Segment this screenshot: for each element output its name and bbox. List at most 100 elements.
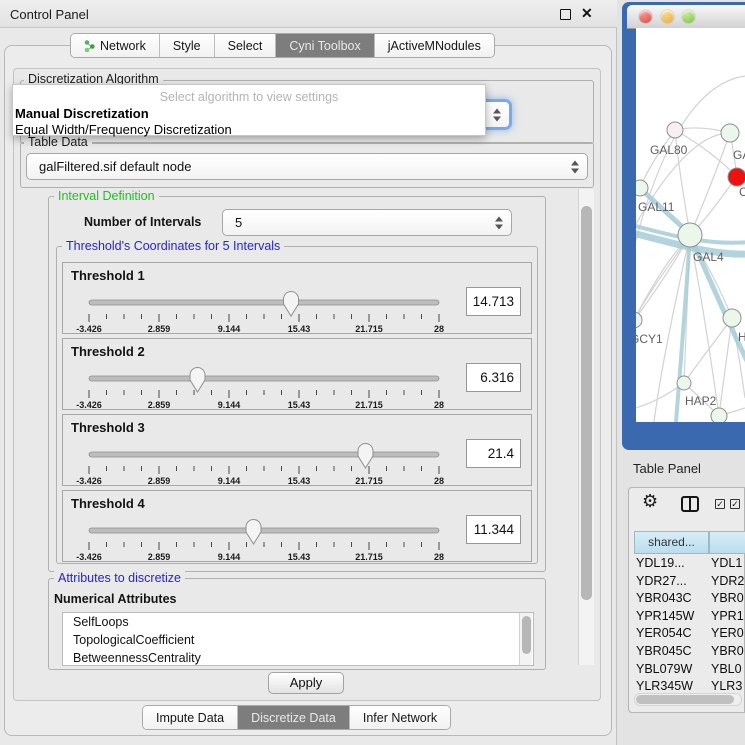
dropdown-item-manual-discretization[interactable]: Manual Discretization [15, 106, 149, 121]
table-cell[interactable]: YPR1 [711, 608, 745, 626]
network-node[interactable] [678, 223, 702, 247]
network-node[interactable] [721, 124, 739, 142]
network-node[interactable] [677, 376, 691, 390]
table-cell[interactable]: YDL19... [636, 555, 707, 573]
tab-style[interactable]: Style [160, 34, 215, 57]
tab-impute-data[interactable]: Impute Data [143, 706, 238, 729]
table-cell[interactable]: YBR0 [711, 590, 745, 608]
network-node[interactable] [636, 180, 648, 196]
table-cell[interactable]: YLR345W [636, 678, 707, 690]
attribute-item-selfloops[interactable]: SelfLoops [63, 613, 533, 631]
table-cell[interactable]: YPR145W [636, 608, 707, 626]
network-view-window[interactable]: GAL80GACGAL11GAL4GCY1HHAP2 [622, 2, 745, 450]
table-cell[interactable]: YBR0 [711, 643, 745, 661]
table-cell[interactable]: YBL0 [711, 661, 745, 679]
main-scrollbar[interactable] [578, 189, 594, 665]
control-panel-tabs: NetworkStyleSelectCyni ToolboxjActiveMNo… [70, 33, 495, 58]
network-node[interactable] [636, 312, 642, 328]
table-cell[interactable]: YER054C [636, 625, 707, 643]
network-node[interactable] [667, 122, 683, 138]
threshold-value-field[interactable]: 11.344 [466, 515, 521, 544]
minimize-traffic-light-icon[interactable] [661, 10, 674, 23]
attributes-scrollbar-thumb[interactable] [522, 616, 531, 654]
combobox-stepper-icon [571, 160, 579, 173]
table-hscrollbar-thumb[interactable] [636, 695, 734, 704]
table-row[interactable]: YLR345W YLR3 [634, 678, 745, 690]
slider-thumb[interactable] [284, 292, 299, 317]
number-of-intervals-combobox[interactable]: 5 [222, 209, 512, 236]
table-row[interactable]: YER054CYER0 [634, 625, 745, 643]
network-window-titlebar[interactable] [627, 5, 745, 29]
threshold-slider[interactable]: -3.4262.8599.14415.4321.71528 [71, 287, 461, 333]
dropdown-item-equal-width-frequency[interactable]: Equal Width/Frequency Discretization [15, 122, 232, 137]
node-label: GAL11 [638, 200, 675, 214]
threshold-value-field[interactable]: 21.4 [466, 439, 521, 468]
table-row[interactable]: YBR045CYBR0 [634, 643, 745, 661]
node-table[interactable]: shared...naYDL19...YDL1YDR27...YDR2YBR04… [634, 531, 745, 690]
threshold-value-field[interactable]: 6.316 [466, 363, 521, 392]
network-node[interactable] [711, 408, 727, 422]
table-data-combobox[interactable]: galFiltered.sif default node [26, 153, 588, 180]
close-traffic-light-icon[interactable] [639, 10, 652, 23]
svg-text:9.144: 9.144 [218, 400, 241, 409]
network-node[interactable] [723, 309, 741, 327]
table-row[interactable]: YDR27...YDR2 [634, 573, 745, 591]
tab-label: Infer Network [363, 711, 437, 725]
node-label: C [739, 185, 745, 199]
tab-jactivemnodules[interactable]: jActiveMNodules [375, 34, 494, 57]
table-cell[interactable]: YDR2 [711, 573, 745, 591]
table-cell[interactable]: YBR045C [636, 643, 707, 661]
float-window-icon[interactable] [560, 9, 571, 20]
table-cell[interactable]: YER0 [711, 625, 745, 643]
svg-text:21.715: 21.715 [355, 400, 383, 409]
network-icon [84, 39, 95, 53]
network-canvas[interactable]: GAL80GACGAL11GAL4GCY1HHAP2 [636, 28, 745, 422]
table-cell[interactable]: YDR27... [636, 573, 707, 591]
table-header-na[interactable]: na [709, 531, 745, 554]
close-icon[interactable]: ✕ [581, 5, 593, 22]
svg-text:21.715: 21.715 [355, 324, 383, 333]
slider-thumb[interactable] [190, 368, 205, 392]
svg-text:2.859: 2.859 [148, 324, 171, 333]
table-panel: ⚙ ✓ ✓ shared...naYDL19...YDL1YDR27...YDR… [628, 487, 745, 713]
threshold-value-field[interactable]: 14.713 [466, 287, 521, 316]
table-cell[interactable]: YBR043C [636, 590, 707, 608]
threshold-slider[interactable]: -3.4262.8599.14415.4321.71528 [71, 515, 461, 561]
svg-text:9.144: 9.144 [218, 476, 241, 485]
select-all-columns-icon[interactable]: ✓ [730, 499, 740, 509]
column-layout-icon[interactable] [681, 496, 699, 512]
tab-select[interactable]: Select [215, 34, 277, 57]
tab-discretize-data[interactable]: Discretize Data [238, 706, 350, 729]
threshold-slider[interactable]: -3.4262.8599.14415.4321.71528 [71, 439, 461, 485]
apply-button[interactable]: Apply [268, 672, 344, 694]
slider-thumb[interactable] [358, 444, 373, 469]
table-row[interactable]: YBL079WYBL0 [634, 661, 745, 679]
table-horizontal-scrollbar[interactable] [634, 693, 742, 706]
table-cell[interactable]: YLR3 [711, 678, 745, 690]
numerical-attributes-list[interactable]: SelfLoopsTopologicalCoefficientBetweenne… [62, 612, 534, 666]
tab-infer-network[interactable]: Infer Network [350, 706, 450, 729]
attribute-item-betweennesscentrality[interactable]: BetweennessCentrality [63, 649, 533, 666]
table-row[interactable]: YPR145WYPR1 [634, 608, 745, 626]
slider-thumb[interactable] [246, 520, 261, 545]
zoom-traffic-light-icon[interactable] [682, 10, 695, 23]
threshold-slider[interactable]: -3.4262.8599.14415.4321.71528 [71, 363, 461, 409]
table-row[interactable]: YBR043CYBR0 [634, 590, 745, 608]
attributes-list-scrollbar[interactable] [519, 613, 532, 665]
table-header-shared-[interactable]: shared... [634, 531, 709, 554]
select-columns-icon[interactable]: ✓ [715, 499, 725, 509]
main-scrollbar-thumb[interactable] [581, 206, 592, 600]
tab-label: Impute Data [156, 711, 224, 725]
network-node[interactable] [728, 168, 745, 186]
attribute-item-topologicalcoefficient[interactable]: TopologicalCoefficient [63, 631, 533, 649]
threshold-label: Threshold 1 [71, 268, 145, 283]
tab-network[interactable]: Network [71, 34, 160, 57]
table-panel-title: Table Panel [633, 461, 701, 476]
node-label: GA [733, 148, 745, 162]
tab-cyni-toolbox[interactable]: Cyni Toolbox [276, 34, 374, 57]
table-cell[interactable]: YDL1 [711, 555, 745, 573]
table-cell[interactable]: YBL079W [636, 661, 707, 679]
node-label: GAL4 [693, 250, 724, 264]
table-row[interactable]: YDL19...YDL1 [634, 555, 745, 573]
gear-icon[interactable]: ⚙ [642, 491, 658, 512]
